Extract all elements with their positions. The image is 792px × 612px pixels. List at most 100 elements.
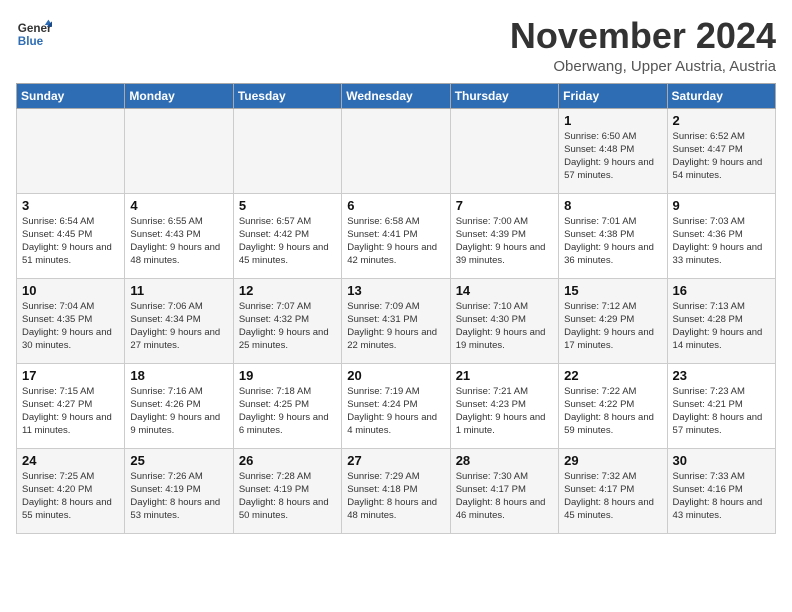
day-info: Sunrise: 7:07 AM Sunset: 4:32 PM Dayligh… [239,300,336,353]
weekday-header-saturday: Saturday [667,83,775,108]
calendar-cell: 28 Sunrise: 7:30 AM Sunset: 4:17 PM Dayli… [450,448,558,533]
day-info: Sunrise: 7:33 AM Sunset: 4:16 PM Dayligh… [673,470,770,523]
day-number: 11 [130,283,227,298]
day-info: Sunrise: 7:30 AM Sunset: 4:17 PM Dayligh… [456,470,553,523]
day-info: Sunrise: 6:55 AM Sunset: 4:43 PM Dayligh… [130,215,227,268]
day-number: 29 [564,453,661,468]
day-number: 25 [130,453,227,468]
weekday-header-tuesday: Tuesday [233,83,341,108]
day-number: 23 [673,368,770,383]
weekday-header-monday: Monday [125,83,233,108]
day-info: Sunrise: 7:19 AM Sunset: 4:24 PM Dayligh… [347,385,444,438]
day-number: 7 [456,198,553,213]
day-info: Sunrise: 7:18 AM Sunset: 4:25 PM Dayligh… [239,385,336,438]
day-info: Sunrise: 7:21 AM Sunset: 4:23 PM Dayligh… [456,385,553,438]
calendar-cell: 12 Sunrise: 7:07 AM Sunset: 4:32 PM Dayli… [233,278,341,363]
calendar-cell: 21 Sunrise: 7:21 AM Sunset: 4:23 PM Dayli… [450,363,558,448]
calendar-cell: 15 Sunrise: 7:12 AM Sunset: 4:29 PM Dayli… [559,278,667,363]
month-title: November 2024 [510,16,776,56]
calendar-cell [17,108,125,193]
day-info: Sunrise: 7:23 AM Sunset: 4:21 PM Dayligh… [673,385,770,438]
calendar-cell: 25 Sunrise: 7:26 AM Sunset: 4:19 PM Dayli… [125,448,233,533]
calendar-cell: 19 Sunrise: 7:18 AM Sunset: 4:25 PM Dayli… [233,363,341,448]
calendar-cell: 20 Sunrise: 7:19 AM Sunset: 4:24 PM Dayli… [342,363,450,448]
weekday-header-wednesday: Wednesday [342,83,450,108]
weekday-header-friday: Friday [559,83,667,108]
calendar-cell: 13 Sunrise: 7:09 AM Sunset: 4:31 PM Dayli… [342,278,450,363]
calendar-cell: 24 Sunrise: 7:25 AM Sunset: 4:20 PM Dayli… [17,448,125,533]
weekday-header-thursday: Thursday [450,83,558,108]
calendar-cell: 23 Sunrise: 7:23 AM Sunset: 4:21 PM Dayli… [667,363,775,448]
calendar-cell: 1 Sunrise: 6:50 AM Sunset: 4:48 PM Daylig… [559,108,667,193]
day-number: 24 [22,453,119,468]
calendar-cell: 22 Sunrise: 7:22 AM Sunset: 4:22 PM Dayli… [559,363,667,448]
day-number: 6 [347,198,444,213]
svg-text:Blue: Blue [18,35,44,48]
day-info: Sunrise: 7:10 AM Sunset: 4:30 PM Dayligh… [456,300,553,353]
calendar-cell: 10 Sunrise: 7:04 AM Sunset: 4:35 PM Dayli… [17,278,125,363]
calendar-cell: 30Sunrise: 7:33 AM Sunset: 4:16 PM Dayli… [667,448,775,533]
calendar-cell [125,108,233,193]
day-info: Sunrise: 7:03 AM Sunset: 4:36 PM Dayligh… [673,215,770,268]
calendar-cell [342,108,450,193]
logo-icon: General Blue [16,16,52,52]
calendar-cell: 11 Sunrise: 7:06 AM Sunset: 4:34 PM Dayli… [125,278,233,363]
day-number: 3 [22,198,119,213]
day-number: 17 [22,368,119,383]
calendar-cell [450,108,558,193]
day-info: Sunrise: 6:58 AM Sunset: 4:41 PM Dayligh… [347,215,444,268]
calendar-cell: 2Sunrise: 6:52 AM Sunset: 4:47 PM Daylig… [667,108,775,193]
calendar-cell: 6 Sunrise: 6:58 AM Sunset: 4:41 PM Daylig… [342,193,450,278]
day-number: 26 [239,453,336,468]
day-number: 12 [239,283,336,298]
day-info: Sunrise: 7:06 AM Sunset: 4:34 PM Dayligh… [130,300,227,353]
day-number: 22 [564,368,661,383]
calendar-cell: 8 Sunrise: 7:01 AM Sunset: 4:38 PM Daylig… [559,193,667,278]
day-number: 16 [673,283,770,298]
day-info: Sunrise: 7:04 AM Sunset: 4:35 PM Dayligh… [22,300,119,353]
day-info: Sunrise: 7:13 AM Sunset: 4:28 PM Dayligh… [673,300,770,353]
calendar-cell: 26 Sunrise: 7:28 AM Sunset: 4:19 PM Dayli… [233,448,341,533]
day-info: Sunrise: 7:09 AM Sunset: 4:31 PM Dayligh… [347,300,444,353]
day-number: 28 [456,453,553,468]
calendar-cell: 7 Sunrise: 7:00 AM Sunset: 4:39 PM Daylig… [450,193,558,278]
day-number: 4 [130,198,227,213]
calendar-cell: 14 Sunrise: 7:10 AM Sunset: 4:30 PM Dayli… [450,278,558,363]
day-info: Sunrise: 7:29 AM Sunset: 4:18 PM Dayligh… [347,470,444,523]
calendar-cell: 3 Sunrise: 6:54 AM Sunset: 4:45 PM Daylig… [17,193,125,278]
weekday-header-sunday: Sunday [17,83,125,108]
day-info: Sunrise: 7:16 AM Sunset: 4:26 PM Dayligh… [130,385,227,438]
calendar-cell: 5Sunrise: 6:57 AM Sunset: 4:42 PM Daylig… [233,193,341,278]
title-area: November 2024 Oberwang, Upper Austria, A… [510,16,776,75]
day-info: Sunrise: 6:50 AM Sunset: 4:48 PM Dayligh… [564,130,661,183]
calendar-cell: 29 Sunrise: 7:32 AM Sunset: 4:17 PM Dayli… [559,448,667,533]
day-info: Sunrise: 7:01 AM Sunset: 4:38 PM Dayligh… [564,215,661,268]
calendar-cell: 27 Sunrise: 7:29 AM Sunset: 4:18 PM Dayli… [342,448,450,533]
day-info: Sunrise: 7:32 AM Sunset: 4:17 PM Dayligh… [564,470,661,523]
day-info: Sunrise: 7:12 AM Sunset: 4:29 PM Dayligh… [564,300,661,353]
day-info: Sunrise: 6:54 AM Sunset: 4:45 PM Dayligh… [22,215,119,268]
day-info: Sunrise: 7:28 AM Sunset: 4:19 PM Dayligh… [239,470,336,523]
day-info: Sunrise: 7:25 AM Sunset: 4:20 PM Dayligh… [22,470,119,523]
calendar-cell: 9 Sunrise: 7:03 AM Sunset: 4:36 PM Daylig… [667,193,775,278]
day-number: 5 [239,198,336,213]
day-number: 10 [22,283,119,298]
day-number: 19 [239,368,336,383]
day-number: 20 [347,368,444,383]
day-number: 8 [564,198,661,213]
day-number: 14 [456,283,553,298]
logo: General Blue [16,16,52,52]
day-info: Sunrise: 7:00 AM Sunset: 4:39 PM Dayligh… [456,215,553,268]
day-number: 2 [673,113,770,128]
day-number: 21 [456,368,553,383]
day-number: 1 [564,113,661,128]
day-info: Sunrise: 7:15 AM Sunset: 4:27 PM Dayligh… [22,385,119,438]
day-info: Sunrise: 7:26 AM Sunset: 4:19 PM Dayligh… [130,470,227,523]
day-info: Sunrise: 7:22 AM Sunset: 4:22 PM Dayligh… [564,385,661,438]
day-number: 15 [564,283,661,298]
location-title: Oberwang, Upper Austria, Austria [510,58,776,75]
day-number: 9 [673,198,770,213]
calendar-cell: 18Sunrise: 7:16 AM Sunset: 4:26 PM Dayli… [125,363,233,448]
day-number: 27 [347,453,444,468]
day-number: 13 [347,283,444,298]
